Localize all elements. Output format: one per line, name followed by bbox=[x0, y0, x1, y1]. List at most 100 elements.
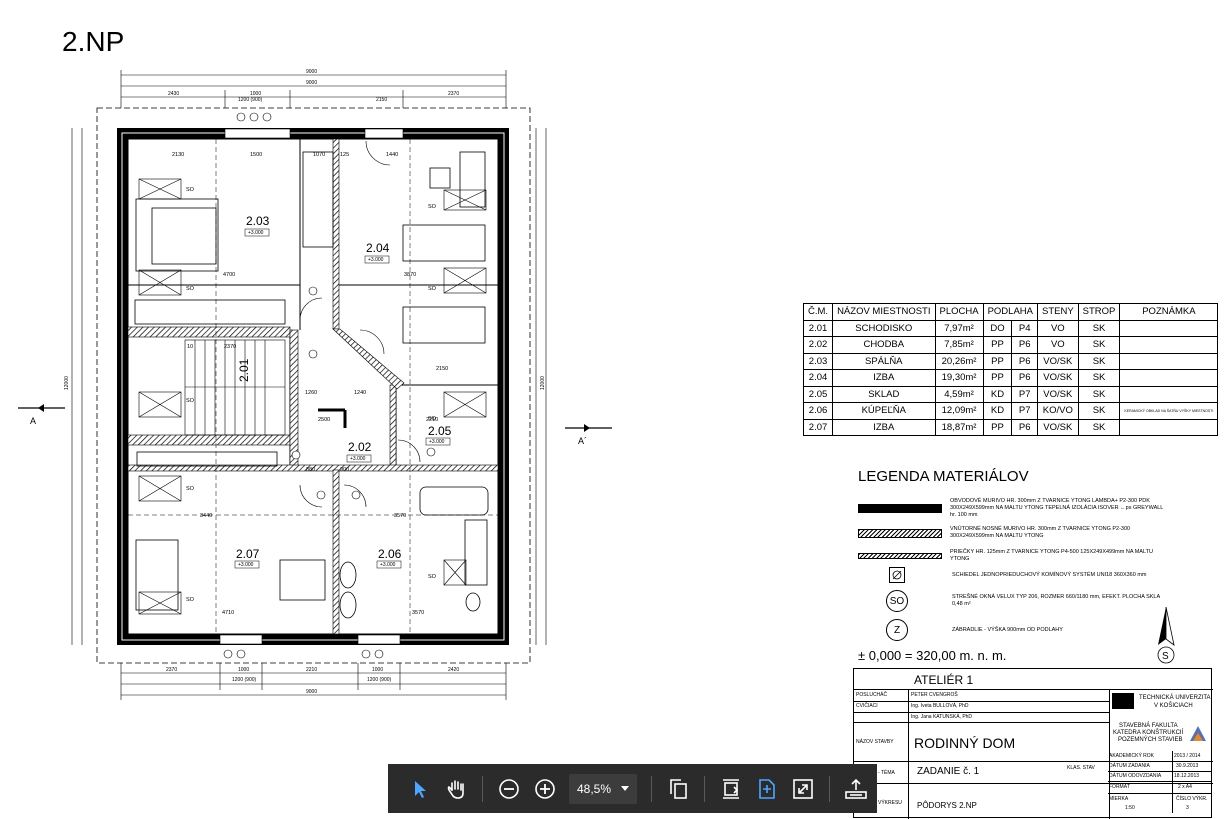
room-206-level: +3.000 bbox=[380, 562, 396, 568]
cell-area: 7,97m² bbox=[934, 319, 984, 337]
fullscreen-button[interactable] bbox=[788, 774, 818, 804]
svg-text:4700: 4700 bbox=[223, 272, 235, 278]
cell-walls: VO/SK bbox=[1036, 369, 1079, 387]
table-row: 2.04 IZBA 19,30m² PP P6 VO/SK SK bbox=[802, 369, 1219, 387]
cell-floor-code: P6 bbox=[1011, 418, 1038, 436]
col-floor: PODLAHA bbox=[982, 303, 1038, 321]
svg-text:2500: 2500 bbox=[318, 417, 330, 423]
bathtub bbox=[419, 486, 489, 516]
legend-item: Z ZÁBRADLIE - VÝŠKA 900mm OD PODLAHY bbox=[858, 619, 1172, 641]
svg-text:1260: 1260 bbox=[305, 390, 317, 396]
zoom-in-icon bbox=[535, 778, 555, 799]
room-schedule-table: Č.M. NÁZOV MIESTNOSTI PLOCHA PODLAHA STE… bbox=[802, 303, 1219, 436]
legend-text: PRIEČKY HR. 125mm Z TVARNICE YTONG P4-50… bbox=[950, 549, 1153, 562]
room-203-num: 2.03 bbox=[246, 214, 270, 228]
cell-area: 12,09m² bbox=[934, 402, 984, 420]
cell-name: IZBA bbox=[832, 369, 936, 387]
cell-note bbox=[1119, 385, 1219, 403]
solid-wall-symbol bbox=[858, 504, 942, 513]
col-name: NÁZOV MIESTNOSTI bbox=[832, 303, 936, 321]
room-206-num: 2.06 bbox=[378, 547, 402, 561]
zoom-level-select[interactable]: 48,5% bbox=[569, 773, 637, 804]
room-204-num: 2.04 bbox=[366, 241, 390, 255]
wardrobe-204 bbox=[459, 151, 486, 208]
dim-right: 12000 bbox=[540, 376, 546, 390]
fullscreen-icon bbox=[793, 778, 813, 799]
legend-item: SO STREŠNÉ OKNÁ VELUX TYP 206, ROZMER 66… bbox=[858, 590, 1172, 612]
cell-ceiling: SK bbox=[1077, 369, 1121, 387]
cell-ceiling: SK bbox=[1077, 352, 1121, 370]
chevron-down-icon bbox=[621, 785, 629, 791]
cell-note bbox=[1119, 336, 1219, 354]
bed-207 bbox=[135, 539, 179, 611]
cell-area: 7,85m² bbox=[934, 336, 984, 354]
hatch-wall-symbol bbox=[858, 528, 942, 538]
svg-text:10: 10 bbox=[187, 344, 193, 350]
dim-top-total-2: 9000 bbox=[306, 80, 317, 86]
staircase bbox=[184, 339, 286, 436]
table-row: 2.06 KÚPEĽŇA 12,09m² KD P7 KO/VO SK KERA… bbox=[802, 402, 1219, 420]
cell-name: IZBA bbox=[832, 418, 936, 436]
room-204-level: +3.000 bbox=[368, 257, 384, 263]
legend-text: VNÚTORNÉ NOSNÉ MURIVO HR. 300mm Z TVARNI… bbox=[950, 526, 1131, 539]
svg-text:SO: SO bbox=[186, 597, 195, 603]
desk-207 bbox=[279, 559, 326, 601]
legend-item: PRIEČKY HR. 125mm Z TVARNICE YTONG P4-50… bbox=[858, 549, 1170, 563]
copy-pages-button[interactable] bbox=[663, 774, 693, 804]
section-right-label: A´ bbox=[578, 436, 587, 446]
svg-text:SO: SO bbox=[186, 187, 195, 193]
cell-floor-code: P6 bbox=[1011, 352, 1038, 370]
cell-floor-code: P6 bbox=[1011, 369, 1038, 387]
col-walls: STENY bbox=[1036, 303, 1079, 321]
skylights bbox=[138, 178, 487, 615]
legend-text: OBVODOVÉ MURIVO HR. 300mm Z TVARNICE YTO… bbox=[950, 498, 1164, 518]
double-bed bbox=[135, 198, 219, 272]
zoom-out-button[interactable] bbox=[494, 774, 524, 804]
copy-pages-icon bbox=[670, 778, 687, 799]
cell-name: SKLAD bbox=[832, 385, 936, 403]
svg-text:880: 880 bbox=[306, 467, 315, 473]
zoom-level-value: 48,5% bbox=[577, 781, 612, 796]
cell-cm: 2.03 bbox=[802, 352, 834, 370]
cell-floor-code: P7 bbox=[1011, 402, 1038, 420]
svg-text:SO: SO bbox=[186, 398, 195, 404]
dim-bottom-total: 9000 bbox=[306, 689, 317, 695]
legend-item: OBVODOVÉ MURIVO HR. 300mm Z TVARNICE YTO… bbox=[858, 498, 1170, 519]
svg-text:3440: 3440 bbox=[200, 513, 212, 519]
atelier-title: ATELIÉR 1 bbox=[914, 673, 974, 687]
cell-floor: DO bbox=[982, 319, 1013, 337]
chimney-icon bbox=[889, 567, 905, 583]
svg-text:SO: SO bbox=[186, 486, 195, 492]
skylight-symbol: SO bbox=[886, 590, 908, 612]
cell-area: 20,26m² bbox=[934, 352, 984, 370]
north-arrow-icon: S bbox=[1157, 606, 1175, 664]
cell-area: 4,59m² bbox=[934, 385, 984, 403]
select-tool-button[interactable] bbox=[405, 774, 435, 804]
legend-item: VNÚTORNÉ NOSNÉ MURIVO HR. 300mm Z TVARNI… bbox=[858, 526, 1170, 540]
cell-walls: KO/VO bbox=[1036, 402, 1079, 420]
svg-text:4710: 4710 bbox=[222, 610, 234, 616]
svg-text:SO: SO bbox=[428, 286, 437, 292]
fit-height-button[interactable] bbox=[716, 774, 746, 804]
download-button[interactable] bbox=[841, 774, 871, 804]
room-205-num: 2.05 bbox=[428, 424, 452, 438]
cell-note bbox=[1119, 352, 1219, 370]
top-dimensions bbox=[120, 70, 507, 108]
cell-floor: PP bbox=[982, 336, 1013, 354]
north-label: S bbox=[1162, 651, 1169, 662]
col-cm: Č.M. bbox=[802, 303, 834, 321]
inner-dims: 2130 1500 1070 125 1440 4700 3870 1260 1… bbox=[172, 152, 448, 616]
shower bbox=[464, 519, 488, 586]
fit-page-button[interactable] bbox=[752, 774, 782, 804]
cell-walls: VO/SK bbox=[1036, 352, 1079, 370]
cell-floor: KD bbox=[982, 385, 1013, 403]
dim-bottom-2: 1000 bbox=[238, 667, 249, 673]
cell-floor: PP bbox=[982, 352, 1013, 370]
pan-tool-button[interactable] bbox=[441, 774, 471, 804]
col-note: POZNÁMKA bbox=[1119, 303, 1219, 321]
room-207-num: 2.07 bbox=[236, 547, 260, 561]
title-block-info: AKADEMICKÝ ROK 2013 / 2014 DÁTUM ZADANIA… bbox=[1108, 751, 1212, 813]
zoom-in-button[interactable] bbox=[530, 774, 560, 804]
room-202-level: +3.000 bbox=[350, 456, 366, 462]
cell-area: 18,87m² bbox=[934, 418, 984, 436]
